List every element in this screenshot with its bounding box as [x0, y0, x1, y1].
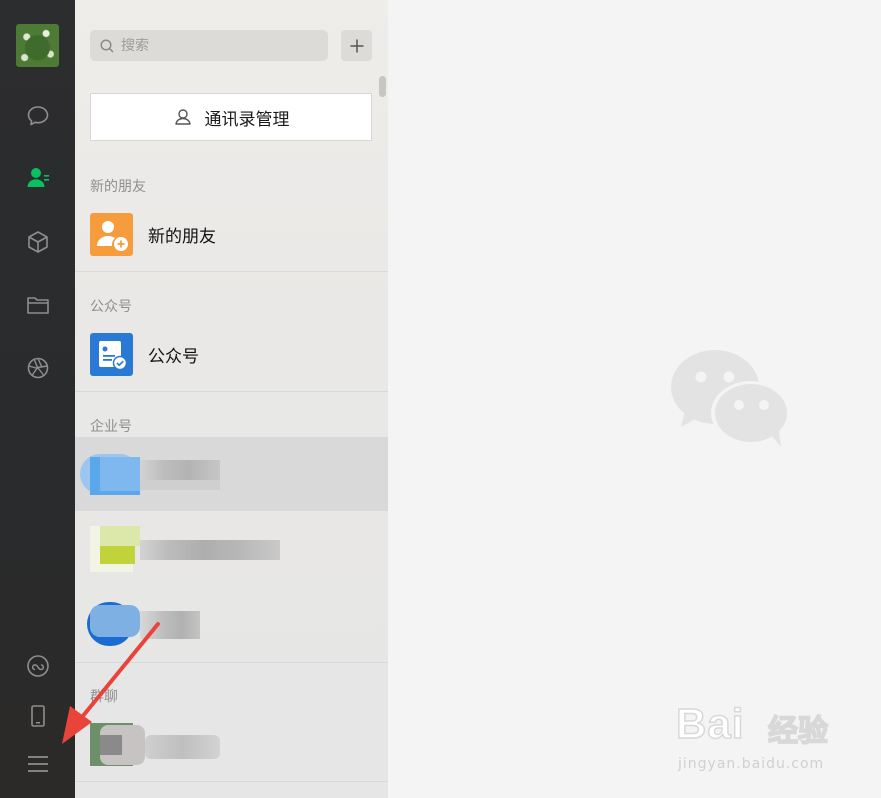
- contacts-icon[interactable]: [22, 162, 54, 194]
- list-item-enterprise-2[interactable]: [75, 512, 388, 586]
- files-folder-icon[interactable]: [22, 289, 54, 321]
- watermark-brand: Bai: [675, 699, 745, 748]
- search-icon: [100, 38, 114, 53]
- blurred-avatar: [100, 526, 140, 546]
- list-item-group-chat[interactable]: [75, 707, 388, 781]
- official-account-icon: [90, 333, 133, 376]
- section-header-group-chats: 群聊: [90, 689, 118, 705]
- mini-program-icon[interactable]: [22, 650, 54, 682]
- list-item-new-friends[interactable]: 新的朋友: [75, 197, 388, 271]
- left-sidebar: [0, 0, 75, 798]
- blurred-name: [145, 735, 220, 759]
- watermark-url: jingyan.baidu.com: [678, 756, 825, 772]
- list-item-enterprise-1[interactable]: [75, 437, 388, 511]
- list-item-enterprise-3[interactable]: [75, 587, 388, 661]
- plus-icon: [350, 39, 363, 52]
- list-item-official-accounts[interactable]: 公众号: [75, 317, 388, 391]
- menu-icon[interactable]: [22, 748, 54, 780]
- baidu-jingyan-watermark: Bai 经验 jingyan.baidu.com: [675, 699, 876, 780]
- list-item-label: 新的朋友: [148, 227, 216, 247]
- blurred-name: [140, 460, 220, 480]
- contacts-manage-button[interactable]: 通讯录管理: [90, 93, 372, 141]
- blurred-name: [140, 540, 280, 560]
- main-content-area: Bai 经验 jingyan.baidu.com: [388, 0, 881, 798]
- blurred-name: [140, 480, 220, 490]
- blurred-name: [140, 611, 200, 639]
- divider: [75, 662, 388, 663]
- search-box[interactable]: [90, 30, 328, 61]
- search-input[interactable]: [119, 36, 323, 55]
- section-header-enterprise: 企业号: [90, 419, 132, 435]
- divider: [75, 781, 388, 782]
- favorites-cube-icon[interactable]: [22, 226, 54, 258]
- blurred-avatar: [100, 457, 140, 491]
- blurred-avatar: [100, 735, 122, 755]
- contacts-panel: 通讯录管理 新的朋友 新的朋友 公众号 公众号 企业号: [75, 0, 388, 798]
- phone-icon[interactable]: [22, 700, 54, 732]
- divider: [75, 271, 388, 272]
- chat-icon[interactable]: [22, 100, 54, 132]
- moments-icon[interactable]: [22, 352, 54, 384]
- blurred-avatar: [90, 605, 140, 637]
- person-outline-icon: [174, 109, 191, 125]
- list-item-label: 公众号: [148, 347, 199, 367]
- wechat-logo-icon: [671, 350, 791, 447]
- section-header-official-accounts: 公众号: [90, 299, 132, 315]
- contacts-manage-label: 通讯录管理: [204, 109, 290, 130]
- watermark-jingyan: 经验: [767, 713, 829, 750]
- section-header-new-friends: 新的朋友: [90, 179, 146, 195]
- divider: [75, 391, 388, 392]
- user-avatar[interactable]: [16, 24, 59, 67]
- add-button[interactable]: [341, 30, 372, 61]
- new-friend-icon: [90, 213, 133, 256]
- blurred-avatar: [100, 546, 135, 564]
- scrollbar[interactable]: [379, 76, 386, 97]
